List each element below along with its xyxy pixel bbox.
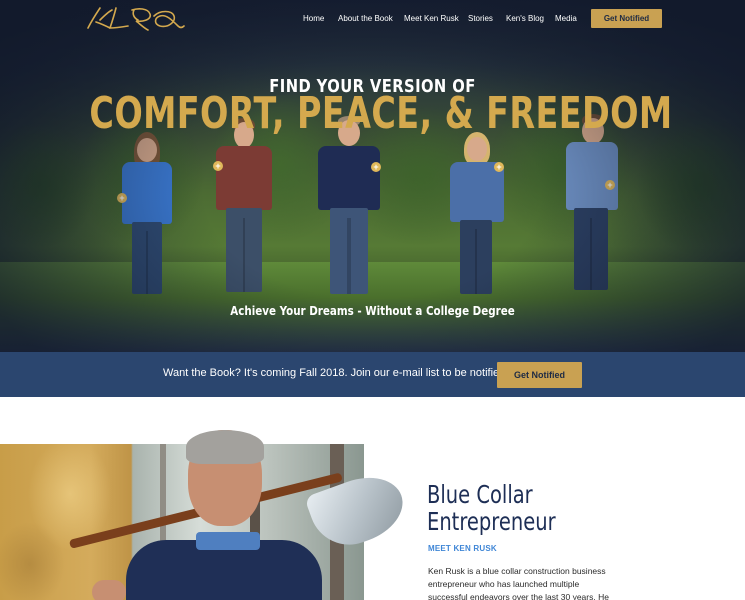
nav-home[interactable]: Home <box>303 10 324 28</box>
nav-stories[interactable]: Stories <box>468 10 493 28</box>
nav-kens-blog[interactable]: Ken's Blog <box>506 10 544 28</box>
banner-text: Want the Book? It's coming Fall 2018. Jo… <box>163 367 509 379</box>
photo-subject-hand <box>92 580 126 600</box>
banner-get-notified-button[interactable]: Get Notified <box>497 362 582 388</box>
about-title: Blue Collar Entrepreneur <box>427 480 556 536</box>
about-kicker-link[interactable]: MEET KEN RUSK <box>428 544 497 553</box>
photo-subject-collar <box>196 532 260 550</box>
about-body-text: Ken Rusk is a blue collar construction b… <box>428 566 609 600</box>
photo-subject-hair <box>186 430 264 464</box>
hero-vignette <box>0 0 745 352</box>
notify-banner: Want the Book? It's coming Fall 2018. Jo… <box>0 352 745 397</box>
hero-section: + + + + + Home About the Book Meet Ken R… <box>0 0 745 352</box>
nav-media[interactable]: Media <box>555 10 577 28</box>
get-notified-button[interactable]: Get Notified <box>591 9 662 28</box>
hero-title: COMFORT, PEACE, & FREEDOM <box>89 88 673 139</box>
hero-tagline: Achieve Your Dreams - Without a College … <box>230 304 515 318</box>
nav-about-the-book[interactable]: About the Book <box>338 10 393 28</box>
logo-signature-icon[interactable] <box>82 6 186 32</box>
nav-meet-ken-rusk[interactable]: Meet Ken Rusk <box>404 10 459 28</box>
